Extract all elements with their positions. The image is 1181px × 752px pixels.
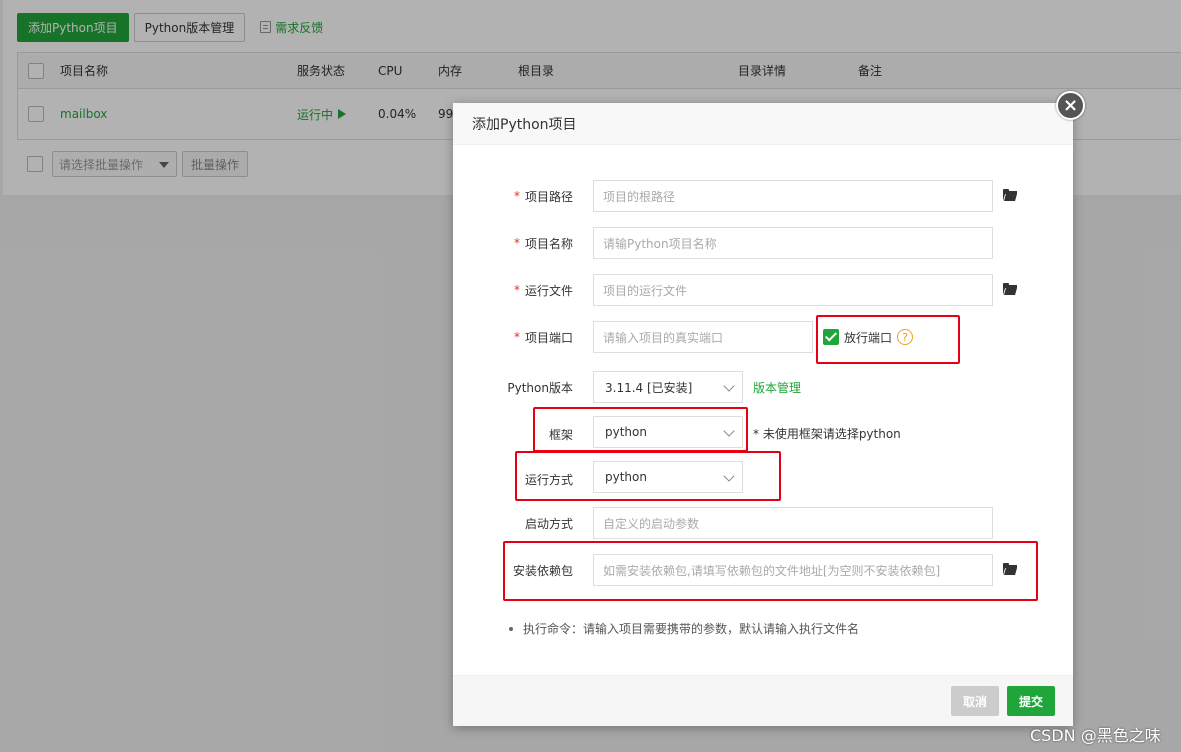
highlight-box-framework bbox=[533, 407, 748, 452]
row-start-args: 启动方式 自定义的启动参数 bbox=[453, 507, 1073, 539]
close-icon[interactable]: × bbox=[1056, 91, 1085, 120]
framework-hint: * 未使用框架请选择python bbox=[753, 427, 901, 441]
project-name-input[interactable]: 请输Python项目名称 bbox=[593, 227, 993, 259]
dialog-title: 添加Python项目 bbox=[453, 103, 1073, 145]
project-path-input[interactable]: 项目的根路径 bbox=[593, 180, 993, 212]
add-python-project-dialog: 添加Python项目 * 项目路径 项目的根路径 * 项目名称 请输Python项目… bbox=[453, 103, 1073, 726]
row-python-version: Python版本 3.11.4 [已安装] 版本管理 bbox=[453, 371, 1073, 403]
row-project-path: * 项目路径 项目的根路径 bbox=[453, 180, 1073, 212]
project-port-input[interactable]: 请输入项目的真实端口 bbox=[593, 321, 813, 353]
dialog-footer: 取消 提交 bbox=[453, 675, 1073, 726]
cancel-button[interactable]: 取消 bbox=[951, 686, 999, 716]
project-path-label: * 项目路径 bbox=[513, 189, 573, 204]
version-manage-link[interactable]: 版本管理 bbox=[753, 379, 801, 396]
highlight-box-release-port bbox=[816, 315, 960, 364]
python-version-select[interactable]: 3.11.4 [已安装] bbox=[593, 371, 743, 403]
row-run-file: * 运行文件 项目的运行文件 bbox=[453, 274, 1073, 306]
start-args-input[interactable]: 自定义的启动参数 bbox=[593, 507, 993, 539]
row-project-port: * 项目端口 请输入项目的真实端口 放行端口 ? bbox=[453, 321, 1073, 353]
highlight-box-run-mode bbox=[515, 451, 781, 501]
bullet-icon bbox=[509, 626, 513, 631]
project-name-label: * 项目名称 bbox=[513, 236, 573, 251]
python-version-label: Python版本 bbox=[507, 380, 573, 395]
watermark: CSDN @黑色之味 bbox=[1030, 726, 1161, 745]
row-project-name: * 项目名称 请输Python项目名称 bbox=[453, 227, 1073, 259]
highlight-box-install-deps bbox=[503, 541, 1038, 601]
folder-open-icon[interactable] bbox=[1003, 189, 1017, 201]
folder-open-icon[interactable] bbox=[1003, 283, 1017, 295]
exec-command-tip: 执行命令：请输入项目需要携带的参数，默认请输入执行文件名 bbox=[509, 620, 859, 637]
chevron-down-icon bbox=[723, 380, 735, 392]
run-file-input[interactable]: 项目的运行文件 bbox=[593, 274, 993, 306]
python-version-value: 3.11.4 [已安装] bbox=[605, 380, 693, 395]
start-args-label: 启动方式 bbox=[524, 516, 573, 531]
submit-button[interactable]: 提交 bbox=[1007, 686, 1055, 716]
project-port-label: * 项目端口 bbox=[513, 330, 573, 345]
run-file-label: * 运行文件 bbox=[513, 283, 573, 298]
tip-text: 执行命令：请输入项目需要携带的参数，默认请输入执行文件名 bbox=[523, 622, 860, 636]
